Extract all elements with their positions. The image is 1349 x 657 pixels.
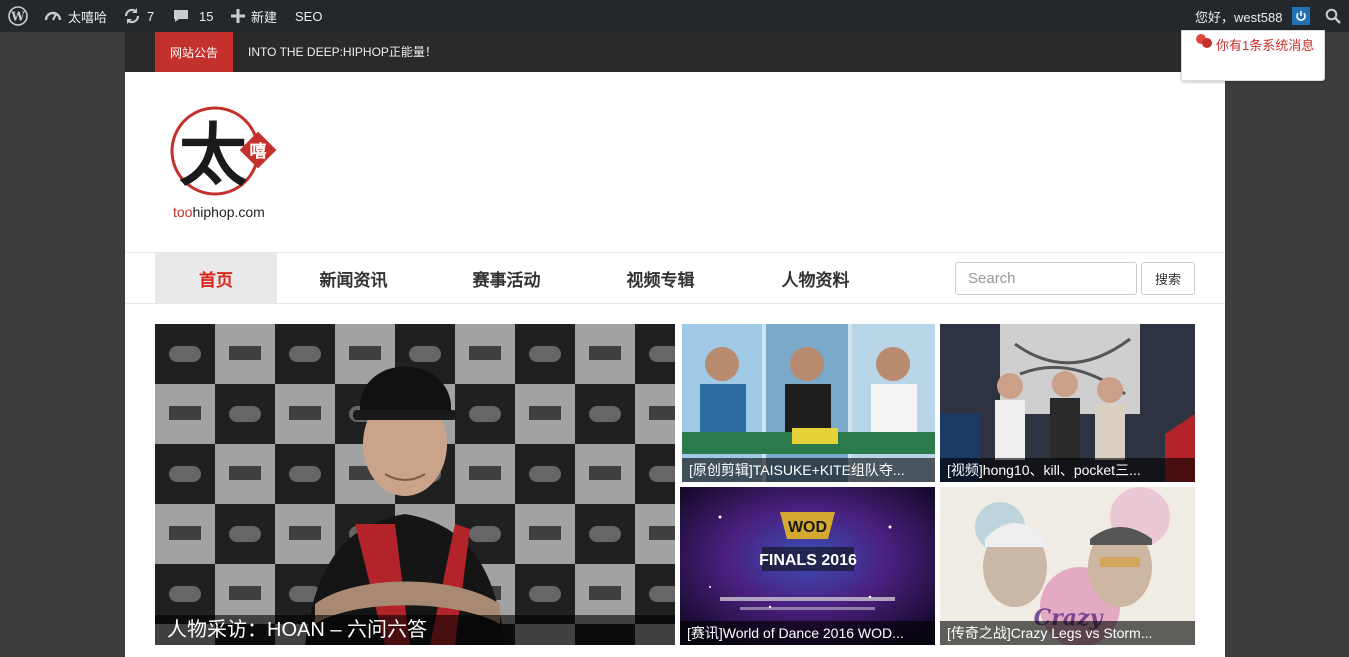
- nav-events[interactable]: 赛事活动: [448, 253, 565, 303]
- svg-text:嘻: 嘻: [250, 142, 267, 162]
- featured-tile-1-caption: [原创剪辑]TAISUKE+KITE组队夺...: [682, 458, 935, 482]
- greeting-label: 您好，west588: [1195, 9, 1283, 25]
- admin-bar: W 太嘻哈 7 15 新建 SEO 您好，west588: [0, 0, 1349, 32]
- svg-text:W: W: [10, 10, 25, 24]
- seo-menu[interactable]: SEO: [295, 0, 322, 32]
- account-menu[interactable]: 您好，west588: [1195, 0, 1311, 32]
- featured-main-image: [155, 324, 675, 645]
- featured-tile-4-caption: [传奇之战]Crazy Legs vs Storm...: [940, 621, 1195, 645]
- svg-text:FINALS 2016: FINALS 2016: [759, 552, 857, 569]
- svg-text:太: 太: [179, 117, 247, 196]
- search-input[interactable]: [955, 262, 1137, 295]
- featured-tile-2[interactable]: [视频]hong10、kill、pocket三...: [940, 324, 1195, 482]
- nav-home[interactable]: 首页: [155, 253, 277, 303]
- search-button[interactable]: 搜索: [1141, 262, 1195, 295]
- comment-icon: [173, 8, 189, 24]
- notification-icon: [1194, 33, 1214, 54]
- nav-news[interactable]: 新闻资讯: [295, 253, 412, 303]
- announcement-label: 网站公告: [155, 32, 233, 72]
- plus-icon: [231, 9, 245, 23]
- featured-tile-4[interactable]: Crazy [传奇之战]Crazy Legs vs Storm...: [940, 487, 1195, 645]
- dashboard-icon: [44, 7, 62, 25]
- system-message-text: 你有1条系统消息: [1216, 38, 1315, 53]
- logo-domain: toohiphop.com: [173, 204, 265, 220]
- new-label: 新建: [251, 9, 278, 25]
- site-name-label: 太嘻哈: [68, 9, 108, 25]
- svg-text:WOD: WOD: [788, 519, 827, 536]
- updates-menu[interactable]: 7: [123, 0, 154, 32]
- site-logo[interactable]: 太 嘻 toohiphop.com: [170, 105, 280, 225]
- new-content-menu[interactable]: 新建: [231, 0, 277, 32]
- wordpress-logo-icon[interactable]: W: [8, 0, 28, 32]
- power-icon: [1292, 7, 1311, 25]
- search-icon[interactable]: [1325, 0, 1341, 32]
- comments-count: 15: [199, 8, 214, 24]
- logo-emblem-icon: 太 嘻: [170, 106, 277, 196]
- featured-tile-2-caption: [视频]hong10、kill、pocket三...: [940, 458, 1195, 482]
- featured-main-caption: 人物采访：HOAN – 六问六答: [155, 615, 675, 645]
- featured-tile-1[interactable]: [原创剪辑]TAISUKE+KITE组队夺...: [682, 324, 935, 482]
- seo-label: SEO: [295, 8, 323, 24]
- main-panel: 太 嘻 toohiphop.com 首页 新闻资讯 赛事活动 视频专辑 人物资料…: [125, 72, 1225, 657]
- nav-people[interactable]: 人物资料: [757, 253, 874, 303]
- featured-tile-3-caption: [赛讯]World of Dance 2016 WOD...: [680, 621, 935, 645]
- main-navigation: 首页 新闻资讯 赛事活动 视频专辑 人物资料 搜索: [125, 252, 1225, 304]
- system-message-popup[interactable]: 你有1条系统消息: [1181, 30, 1325, 81]
- announcement-text[interactable]: INTO THE DEEP:HIPHOP正能量！: [248, 32, 437, 72]
- nav-videos[interactable]: 视频专辑: [602, 253, 719, 303]
- featured-main[interactable]: 人物采访：HOAN – 六问六答: [155, 324, 675, 645]
- updates-count: 7: [147, 8, 155, 24]
- featured-tile-3[interactable]: WOD FINALS 2016 [赛讯]World of Dance 2016 …: [680, 487, 935, 645]
- announcement-bar: 网站公告 INTO THE DEEP:HIPHOP正能量！: [125, 32, 1225, 72]
- refresh-icon: [123, 7, 141, 25]
- site-name-menu[interactable]: 太嘻哈: [44, 0, 107, 32]
- comments-menu[interactable]: 15: [173, 0, 213, 32]
